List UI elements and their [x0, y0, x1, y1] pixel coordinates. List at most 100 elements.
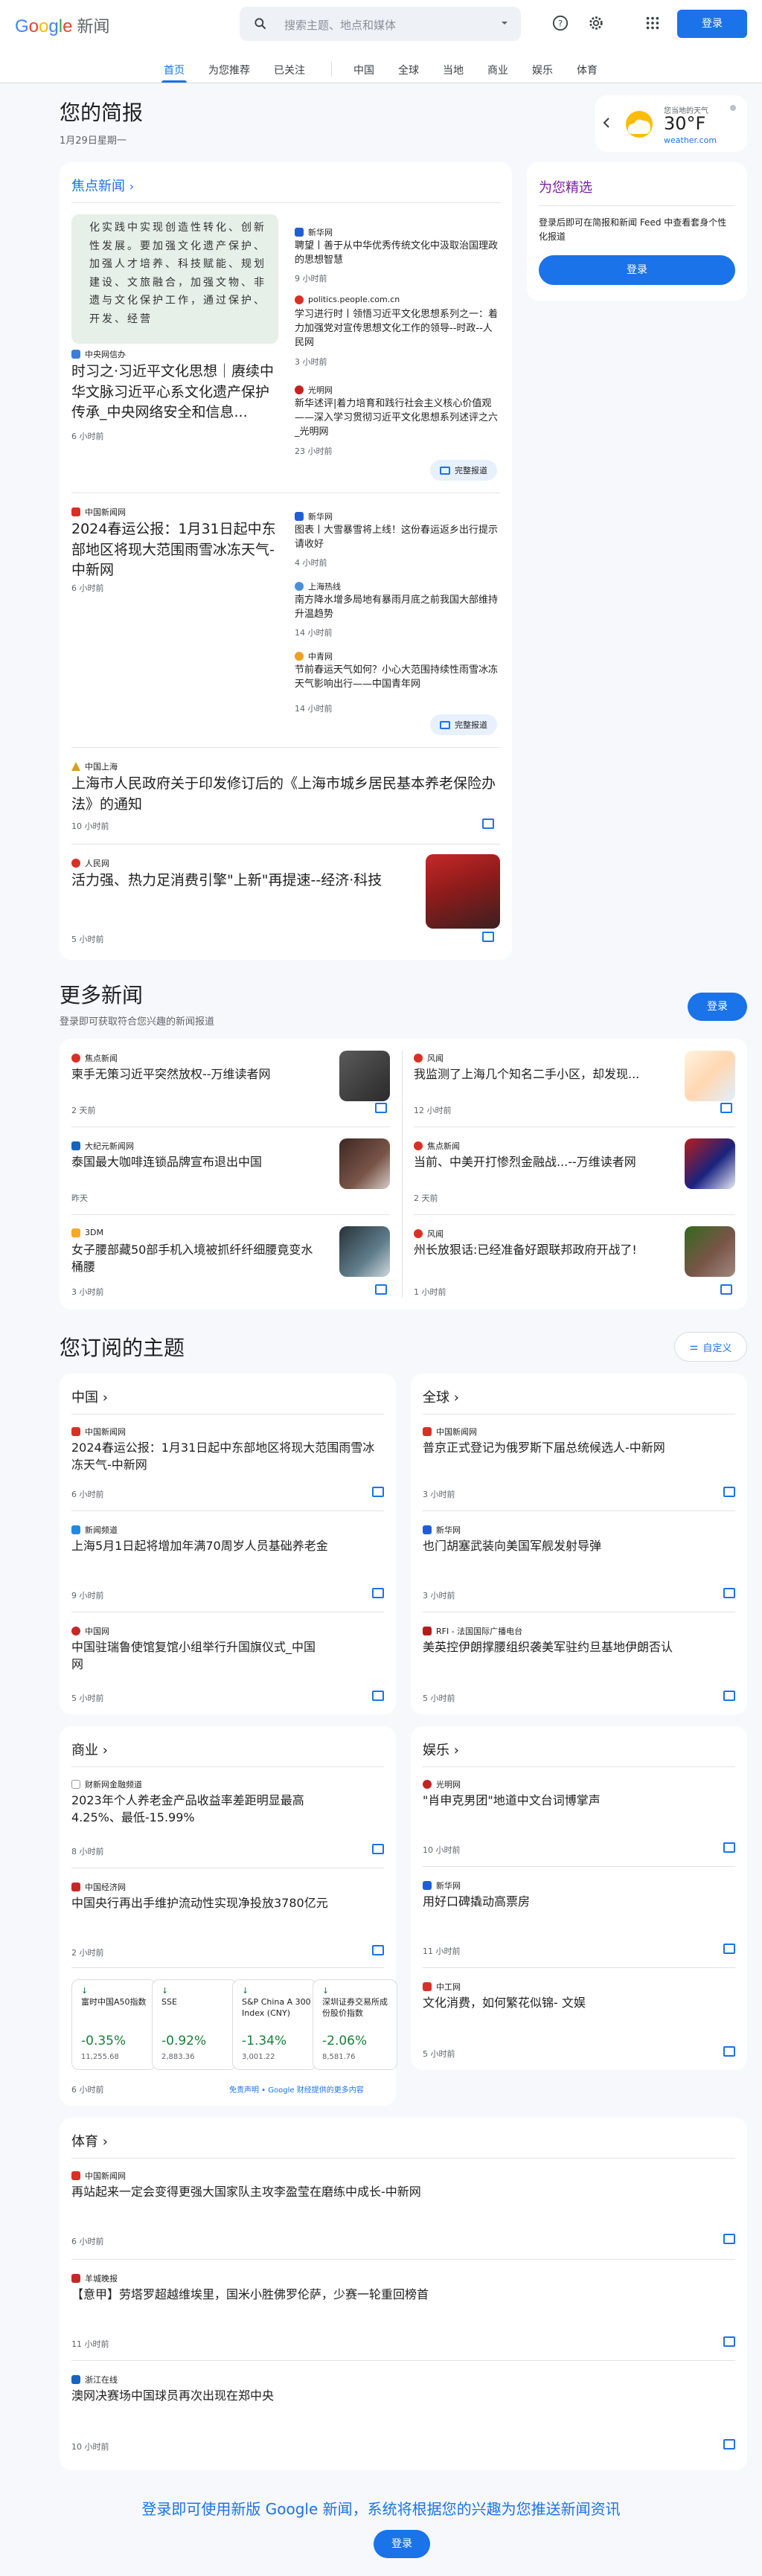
news-thumbnail[interactable] [685, 1051, 735, 1101]
headline-link[interactable]: 我监测了上海几个知名二手小区，却发现... [414, 1066, 667, 1083]
nav-following[interactable]: 已关注 [274, 63, 305, 77]
news-thumbnail[interactable] [426, 854, 500, 929]
headline-link[interactable]: 学习进行时丨领悟习近平文化思想系列之一：着力加强党对宣传思想文化工作的领导--时… [295, 308, 500, 350]
weather-widget[interactable]: 您当地的天气 30°F weather.com [595, 95, 747, 152]
source-label: 新华网 [423, 1524, 461, 1536]
full-coverage-icon[interactable] [375, 1284, 387, 1295]
full-coverage-icon[interactable] [723, 1691, 735, 1701]
customize-button[interactable]: ⚌ 自定义 [674, 1332, 747, 1362]
full-coverage-icon[interactable] [720, 1284, 732, 1295]
headline-link[interactable]: 上海市人民政府关于印发修订后的《上海市城乡居民基本养老保险办法》的通知 [71, 774, 503, 815]
news-thumbnail[interactable] [339, 1226, 390, 1277]
full-coverage-icon[interactable] [482, 818, 494, 829]
full-coverage-icon[interactable] [723, 1944, 735, 1954]
headline-link[interactable]: 时习之·习近平文化思想｜赓续中华文脉习近平心系文化遗产保护传承_中央网络安全和信… [71, 362, 280, 423]
headline-link[interactable]: 新华述评|着力培育和践行社会主义核心价值观——深入学习贯彻习近平文化思想系列述评… [295, 397, 500, 440]
full-coverage-button[interactable]: 完整报道 [430, 460, 497, 481]
headline-link[interactable]: 澳网决赛场中国球员再次出现在郑中央 [71, 2387, 667, 2404]
headline-link[interactable]: 中国驻瑞鲁使馆复馆小组举行升国旗仪式_中国网 [71, 1638, 324, 1673]
market-tile[interactable]: ↓ SSE -0.92% 2,883.36 [152, 1979, 237, 2070]
market-tile[interactable]: ↓ 富时中国A50指数 -0.35% 11,255.68 [71, 1979, 156, 2070]
headline-link[interactable]: 【意甲】劳塔罗超越维埃里，国米小胜佛罗伦萨，少赛一轮重回榜首 [71, 2286, 667, 2303]
nav-for-you[interactable]: 为您推荐 [208, 63, 250, 77]
calligraphy-image[interactable]: 化实践中实现创造性转化、创新性发展。要加强文化遗产保护、加强人才培养、科技赋能、… [71, 214, 278, 344]
nav-home[interactable]: 首页 [164, 63, 185, 77]
headline-link[interactable]: 泰国最大咖啡连锁品牌宣布退出中国 [71, 1153, 324, 1170]
headline-link[interactable]: 再站起来一定会变得更强大国家队主攻李盈莹在磨练中成长-中新网 [71, 2183, 667, 2200]
chevron-left-icon[interactable] [603, 118, 610, 128]
google-news-logo[interactable]: Google 新闻 [15, 13, 109, 37]
headline-link[interactable]: 活力强、热力足消费引擎"上新"再提速--经济·科技 [71, 871, 421, 891]
full-coverage-icon[interactable] [723, 2234, 735, 2244]
news-thumbnail[interactable] [685, 1138, 735, 1189]
headline-link[interactable]: "肖申克男团"地道中文台词博掌声 [423, 1792, 735, 1809]
full-coverage-icon[interactable] [723, 1487, 735, 1497]
headline-link[interactable]: 美英控伊朗撑腰组织袭美军驻约旦基地伊朗否认 [423, 1638, 735, 1656]
top-stories-title[interactable]: 焦点新闻 › [71, 176, 134, 195]
topic-title[interactable]: 娱乐 › [423, 1740, 459, 1759]
headline-link[interactable]: 南方降水增多局地有暴雨月底之前我国大部维持升温趋势 [295, 594, 500, 622]
nav-world[interactable]: 全球 [398, 63, 419, 77]
more-news-signin-button[interactable]: 登录 [688, 993, 747, 1021]
headline-link[interactable]: 普京正式登记为俄罗斯下届总统候选人-中新网 [423, 1439, 735, 1456]
full-coverage-icon[interactable] [372, 1588, 384, 1598]
headline-link[interactable]: 图表丨大雪暴雪将上线！这份春运返乡出行提示请收好 [295, 524, 500, 552]
full-coverage-icon[interactable] [723, 1588, 735, 1598]
search-box[interactable]: 搜索主题、地点和媒体 [240, 7, 521, 41]
headline-link[interactable]: 文化消费，如何繁花似锦- 文娱 [423, 1994, 735, 2011]
headline-link[interactable]: 柬手无策习近平突然放权--万维读者网 [71, 1066, 324, 1083]
headline-link[interactable]: 女子腰部藏50部手机入境被抓纤纤细腰竟变水桶腰 [71, 1241, 324, 1275]
topic-title[interactable]: 中国 › [71, 1387, 108, 1406]
headline-link[interactable]: 2024春运公报：1月31日起中东部地区将现大范围雨雪冰冻天气-中新网 [71, 519, 280, 581]
for-you-title[interactable]: 为您精选 [539, 177, 592, 196]
nav-sports[interactable]: 体育 [577, 63, 598, 77]
market-tile[interactable]: ↓ 深圳证券交易所成份股价指数 -2.06% 8,581.76 [313, 1979, 397, 2070]
for-you-signin-button[interactable]: 登录 [539, 255, 735, 285]
nav-entertainment[interactable]: 娱乐 [532, 63, 553, 77]
headline-link[interactable]: 也门胡塞武装向美国军舰发射导弹 [423, 1537, 735, 1554]
timestamp: 3 小时前 [423, 1490, 455, 1499]
full-coverage-icon[interactable] [723, 2046, 735, 2057]
news-thumbnail[interactable] [339, 1138, 390, 1189]
help-icon[interactable]: ? [552, 15, 569, 31]
topic-title[interactable]: 商业 › [71, 1740, 108, 1759]
nav-business[interactable]: 商业 [487, 63, 508, 77]
nav-china[interactable]: 中国 [353, 63, 374, 77]
weather-more-icon[interactable] [729, 104, 737, 112]
header-signin-button[interactable]: 登录 [677, 10, 747, 38]
nav-local[interactable]: 当地 [443, 63, 464, 77]
headline-link[interactable]: 2023年个人养老金产品收益率差距明显最高4.25%、最低-15.99% [71, 1792, 339, 1826]
headline-link[interactable]: 州长放狠话:已经准备好跟联邦政府开战了! [414, 1241, 667, 1258]
timestamp: 5 小时前 [423, 1694, 455, 1703]
headline-link[interactable]: 节前春运天气如何？小心大范围持续性雨雪冰冻天气影响出行——中国青年网 [295, 664, 500, 692]
full-coverage-icon[interactable] [723, 2336, 735, 2347]
headline-link[interactable]: 中国央行再出手维护流动性实现净投放3780亿元 [71, 1894, 384, 1912]
headline-link[interactable]: 当前、中美开打惨烈金融战...--万维读者网 [414, 1153, 667, 1170]
headline-link[interactable]: 2024春运公报：1月31日起中东部地区将现大范围雨雪冰冻天气-中新网 [71, 1439, 384, 1473]
headline-link[interactable]: 聘望丨善于从中华优秀传统文化中汲取治国理政的思想智慧 [295, 240, 500, 268]
news-thumbnail[interactable] [685, 1226, 735, 1277]
full-coverage-icon[interactable] [375, 1103, 387, 1113]
market-disclaimer-link[interactable]: 免责声明 • Google 财经提供的更多内容 [229, 2083, 364, 2095]
settings-gear-icon[interactable] [588, 15, 604, 31]
weather-source[interactable]: weather.com [664, 135, 717, 145]
full-coverage-icon[interactable] [372, 1945, 384, 1955]
market-tile[interactable]: ↓ S&P China A 300 Index (CNY) -1.34% 3,001.… [232, 1979, 317, 2070]
apps-grid-icon[interactable] [644, 15, 661, 31]
full-coverage-icon[interactable] [372, 1844, 384, 1854]
full-coverage-button[interactable]: 完整报道 [430, 714, 497, 735]
full-coverage-icon[interactable] [723, 2439, 735, 2450]
topic-title[interactable]: 全球 › [423, 1387, 459, 1406]
full-coverage-icon[interactable] [720, 1103, 732, 1113]
news-thumbnail[interactable] [339, 1051, 390, 1101]
full-coverage-icon[interactable] [482, 932, 494, 942]
topic-title[interactable]: 体育 › [71, 2131, 108, 2150]
full-coverage-icon[interactable] [723, 1842, 735, 1853]
full-coverage-icon[interactable] [372, 1487, 384, 1497]
headline-link[interactable]: 用好口碑撬动高票房 [423, 1893, 735, 1910]
headline-link[interactable]: 上海5月1日起将增加年满70周岁人员基础养老金 [71, 1537, 384, 1554]
timestamp: 10 小时前 [423, 1845, 461, 1855]
full-coverage-icon[interactable] [372, 1691, 384, 1701]
footer-signin-button[interactable]: 登录 [374, 2530, 430, 2558]
dropdown-arrow-icon[interactable] [500, 19, 509, 28]
